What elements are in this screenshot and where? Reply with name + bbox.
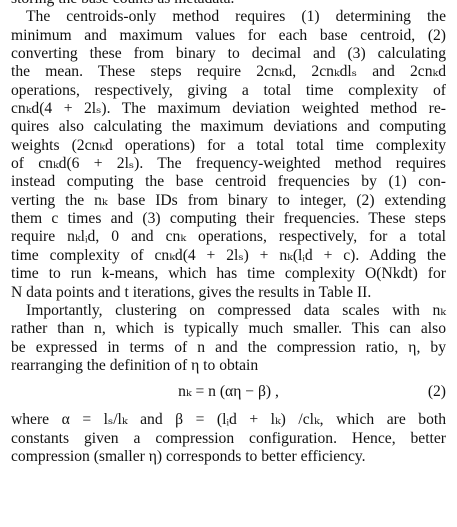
text-line: rather than n, which is typically much s…	[11, 320, 446, 338]
display-equation: nₖ = n (αη − β) , (2)	[11, 375, 446, 411]
text-line: be expressed in terms of n and the compr…	[11, 338, 446, 356]
text-line: minimum and maximum values for each base…	[11, 26, 446, 44]
equation-body: nₖ = n (αη − β) ,	[178, 383, 279, 401]
text-line: rearranging the definition of η to obtai…	[11, 356, 259, 374]
text-line: time complexity of cnₖd(4 + 2lₛ) + nₖ(lᵢ…	[11, 246, 446, 264]
text-line: compression (smaller η) corresponds to b…	[11, 447, 366, 465]
equation-number: (2)	[427, 383, 446, 401]
text-line: quires also calculating the maximum devi…	[11, 118, 446, 136]
text-line: require nₖlᵢd, 0 and cnₖ operations, res…	[11, 228, 446, 246]
text-column: storing the base counts as metadata. The…	[11, 0, 446, 466]
paragraph-start-line: The centroids-only method requires (1) d…	[26, 8, 446, 26]
text-line: weights (2cnₖd operations) for a total t…	[11, 136, 446, 154]
text-line: N data points and t iterations, gives th…	[11, 283, 372, 301]
text-line: cnₖd(4 + 2lₛ). The maximum deviation wei…	[11, 100, 446, 118]
text-line: where α = lₛ/lₖ and β = (lᵢd + lₖ) /clₖ,…	[11, 411, 446, 429]
text-line: of cnₖd(6 + 2lₛ). The frequency-weighted…	[11, 155, 446, 173]
paper-page: storing the base counts as metadata. The…	[0, 0, 457, 527]
paragraph-start-line: Importantly, clustering on compressed da…	[26, 301, 446, 319]
text-line: constants given a compression configurat…	[11, 429, 446, 447]
text-line: time to run k-means, which has time comp…	[11, 265, 446, 283]
text-line: operations, respectively, giving a total…	[11, 81, 446, 99]
text-line: converting these from binary to decimal …	[11, 45, 446, 63]
text-line: them c times and (3) computing their fre…	[11, 210, 446, 228]
text-line: storing the base counts as metadata.	[11, 0, 446, 8]
text-line: instead computing the base centroid freq…	[11, 173, 446, 191]
text-line: verting the nₖ base IDs from binary to i…	[11, 191, 446, 209]
text-line: the mean. These steps require 2cnₖd, 2cn…	[11, 63, 446, 81]
